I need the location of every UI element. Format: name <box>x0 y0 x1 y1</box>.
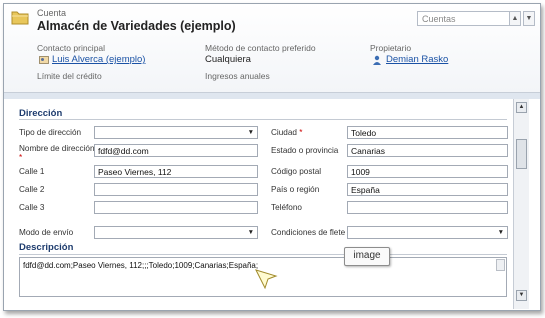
user-icon <box>373 55 381 65</box>
address-name-label: Nombre de dirección * <box>19 144 95 162</box>
phone-label: Teléfono <box>271 203 302 212</box>
chevron-down-icon: ▼ <box>247 229 254 236</box>
textarea-scroll-up[interactable] <box>496 259 505 271</box>
street2-label: Calle 2 <box>19 185 45 194</box>
street3-label: Calle 3 <box>19 203 45 212</box>
form-selector-dropdown[interactable]: Cuentas ▼ <box>417 11 521 26</box>
annual-revenue-label: Ingresos anuales <box>205 71 270 81</box>
image-tooltip: image <box>344 247 390 266</box>
address-section-title: Dirección <box>19 108 63 119</box>
scroll-down-button[interactable]: ▼ <box>516 290 527 301</box>
vertical-scrollbar[interactable]: ▲ ▼ <box>513 99 529 309</box>
required-marker: * <box>299 128 303 137</box>
primary-contact-label: Contacto principal <box>37 43 106 53</box>
street3-input[interactable] <box>94 201 258 214</box>
owner-label: Propietario <box>370 43 412 53</box>
shipping-method-label: Modo de envío <box>19 228 74 237</box>
entity-type-label: Cuenta <box>37 8 67 18</box>
address-name-input[interactable]: fdfd@dd.com <box>94 144 258 157</box>
address-type-dropdown[interactable]: ▼ <box>94 126 258 139</box>
scrollbar-thumb[interactable] <box>516 139 527 169</box>
arrow-down-icon: ▼ <box>525 15 533 22</box>
previous-record-button[interactable]: ▲ <box>509 11 521 26</box>
street1-input[interactable]: Paseo Viernes, 112 <box>94 165 258 178</box>
address-name-label-text: Nombre de dirección <box>19 144 95 153</box>
address-type-label: Tipo de dirección <box>19 128 82 137</box>
primary-contact-link[interactable]: Luis Alverca (ejemplo) <box>52 54 145 65</box>
shipping-method-dropdown[interactable]: ▼ <box>94 226 258 239</box>
contact-card-icon <box>39 56 49 64</box>
form-selector-value: Cuentas <box>422 14 456 24</box>
street1-label: Calle 1 <box>19 167 45 176</box>
state-input[interactable]: Canarias <box>347 144 508 157</box>
description-text: fdfd@dd.com;Paseo Viernes, 112;;;Toledo;… <box>23 261 259 270</box>
phone-input[interactable] <box>347 201 508 214</box>
owner-link[interactable]: Demian Rasko <box>386 54 448 65</box>
chevron-down-icon: ▼ <box>497 229 504 236</box>
freight-terms-dropdown[interactable]: ▼ <box>347 226 508 239</box>
contact-method-value: Cualquiera <box>205 54 251 65</box>
account-form-window: Cuenta Almacén de Variedades (ejemplo) C… <box>3 3 541 311</box>
address-section-rule <box>19 119 507 120</box>
freight-terms-label: Condiciones de flete <box>271 228 346 237</box>
cursor-arrow-icon <box>255 269 278 290</box>
folder-icon <box>11 11 29 25</box>
chevron-down-icon: ▼ <box>247 129 254 136</box>
country-input[interactable]: España <box>347 183 508 196</box>
arrow-up-icon: ▲ <box>518 104 525 110</box>
record-title: Almacén de Variedades (ejemplo) <box>37 19 236 33</box>
arrow-down-icon: ▼ <box>518 292 525 298</box>
description-section-title: Descripción <box>19 242 74 253</box>
state-label: Estado o provincia <box>271 146 339 155</box>
credit-limit-label: Límite del crédito <box>37 71 102 81</box>
next-record-button[interactable]: ▼ <box>523 11 535 26</box>
required-marker: * <box>19 153 23 162</box>
country-label: País o región <box>271 185 320 194</box>
city-label: Ciudad * <box>271 128 302 137</box>
city-label-text: Ciudad <box>271 128 297 137</box>
header-divider <box>4 92 540 99</box>
city-input[interactable]: Toledo <box>347 126 508 139</box>
street2-input[interactable] <box>94 183 258 196</box>
postal-code-input[interactable]: 1009 <box>347 165 508 178</box>
arrow-up-icon: ▲ <box>511 15 519 22</box>
form-header: Cuenta Almacén de Variedades (ejemplo) C… <box>4 4 540 92</box>
contact-method-label: Método de contacto preferido <box>205 43 316 53</box>
postal-code-label: Código postal <box>271 167 322 176</box>
scroll-up-button[interactable]: ▲ <box>516 102 527 113</box>
description-section-rule <box>19 254 507 255</box>
